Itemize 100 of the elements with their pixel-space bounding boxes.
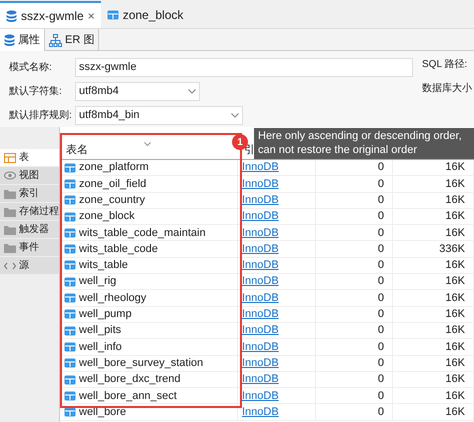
table-icon: [64, 162, 76, 173]
table-cell: 16K: [393, 322, 474, 338]
engine-link[interactable]: InnoDB: [242, 225, 279, 240]
tooltip-text: Here only ascending or descending order,: [258, 129, 463, 143]
engine-link[interactable]: InnoDB: [242, 258, 279, 274]
table-icon: [64, 178, 76, 189]
table-icon: [4, 152, 16, 162]
close-icon[interactable]: ×: [88, 6, 95, 24]
engine-link[interactable]: InnoDB: [242, 176, 279, 192]
folder-icon: [4, 188, 16, 198]
sidebar-item[interactable]: 事件: [0, 239, 59, 256]
table-name[interactable]: zone_country: [79, 192, 146, 208]
tooltip-text: can not restore the original order: [258, 143, 418, 157]
table-name[interactable]: well_bore_survey_station: [79, 356, 204, 371]
table-name[interactable]: well_bore_dxc_trend: [79, 372, 181, 388]
table-cell: 16K: [393, 290, 474, 306]
table-icon: [64, 293, 76, 304]
table-cell: 16K: [393, 176, 474, 192]
engine-link[interactable]: InnoDB: [242, 208, 279, 224]
engine-link[interactable]: InnoDB: [242, 356, 279, 371]
tab[interactable]: zone_block: [100, 1, 190, 28]
table-cell: 16K: [393, 388, 474, 404]
sidebar-item[interactable]: 表: [0, 149, 59, 166]
table-name[interactable]: zone_oil_field: [79, 176, 146, 192]
engine-link[interactable]: InnoDB: [242, 160, 279, 176]
table-cell: 0: [316, 225, 393, 240]
table-name[interactable]: well_rig: [79, 274, 116, 290]
table-cell: 0: [316, 372, 393, 388]
table-name[interactable]: well_pump: [79, 306, 132, 322]
tab[interactable]: sszx-gwmle ×: [0, 1, 101, 28]
database-icon: [4, 34, 15, 46]
engine-link[interactable]: InnoDB: [242, 290, 279, 306]
table-icon: [64, 390, 76, 401]
table-name[interactable]: well_bore: [79, 404, 126, 420]
column-header[interactable]: 表名: [66, 142, 88, 158]
table-icon: [64, 228, 76, 238]
table-cell: 16K: [393, 356, 474, 371]
table-cell: 0: [316, 208, 393, 224]
sidebar-item[interactable]: 存储过程: [0, 203, 59, 220]
table-icon: [64, 309, 76, 320]
sidebar-item[interactable]: 触发器: [0, 221, 59, 238]
code-icon: [4, 260, 16, 270]
field-label: SQL 路径:: [422, 58, 468, 72]
table-cell: 16K: [393, 192, 474, 208]
table-icon: [64, 276, 76, 287]
table-name[interactable]: wits_table: [79, 258, 128, 274]
table-cell: 0: [316, 192, 393, 208]
table-cell: 0: [316, 306, 393, 322]
table-icon: [64, 212, 76, 222]
engine-link[interactable]: InnoDB: [242, 274, 279, 290]
sidebar-item[interactable]: 索引: [0, 185, 59, 202]
table-cell: 0: [316, 274, 393, 290]
table-cell: 0: [316, 241, 393, 257]
sidebar-item[interactable]: 源: [0, 257, 59, 274]
input-field[interactable]: sszx-gwmle: [75, 58, 413, 76]
select-field[interactable]: utf8mb4_bin: [75, 106, 243, 124]
table-cell: 16K: [393, 208, 474, 224]
table-cell: 0: [316, 160, 393, 176]
table-name[interactable]: zone_platform: [79, 160, 149, 176]
folder-icon: [4, 242, 16, 252]
engine-link[interactable]: InnoDB: [242, 372, 279, 388]
table-cell: 0: [316, 356, 393, 371]
table-cell: 0: [316, 258, 393, 274]
table-cell: 0: [316, 290, 393, 306]
table-icon: [64, 342, 76, 352]
field-label: 默认字符集:: [9, 84, 63, 98]
table-name[interactable]: wits_table_code_maintain: [79, 225, 206, 240]
table-cell: 0: [316, 388, 393, 404]
engine-link[interactable]: InnoDB: [242, 339, 279, 355]
engine-link[interactable]: InnoDB: [242, 322, 279, 338]
diagram-icon: [49, 34, 62, 46]
table-cell: 16K: [393, 404, 474, 420]
table-cell: 16K: [393, 274, 474, 290]
sidebar-item[interactable]: 视图: [0, 167, 59, 184]
chevron-down-icon: [231, 112, 239, 118]
engine-link[interactable]: InnoDB: [242, 388, 279, 404]
table-name[interactable]: well_pits: [79, 322, 122, 338]
table-name[interactable]: well_rheology: [79, 290, 146, 306]
engine-link[interactable]: InnoDB: [242, 306, 279, 322]
tab[interactable]: 属性: [0, 29, 45, 51]
engine-link[interactable]: InnoDB: [242, 404, 279, 420]
table-cell: 16K: [393, 306, 474, 322]
table-cell: 16K: [393, 225, 474, 240]
table-name[interactable]: well_bore_ann_sect: [79, 388, 177, 404]
table-name[interactable]: wits_table_code: [79, 241, 158, 257]
engine-link[interactable]: InnoDB: [242, 192, 279, 208]
field-label: 数据库大小: [422, 82, 472, 96]
table-cell: 16K: [393, 160, 474, 176]
table-name[interactable]: zone_block: [79, 208, 135, 224]
table-cell: 336K: [393, 241, 474, 257]
table-cell: 16K: [393, 372, 474, 388]
table-cell: 16K: [393, 258, 474, 274]
table-icon: [64, 326, 76, 336]
chevron-down-icon: [188, 88, 196, 94]
table-cell: 0: [316, 404, 393, 420]
select-field[interactable]: utf8mb4: [75, 82, 200, 100]
table-name[interactable]: well_info: [79, 339, 122, 355]
table-cell: 0: [316, 322, 393, 338]
engine-link[interactable]: InnoDB: [242, 241, 279, 257]
table-cell: 16K: [393, 339, 474, 355]
